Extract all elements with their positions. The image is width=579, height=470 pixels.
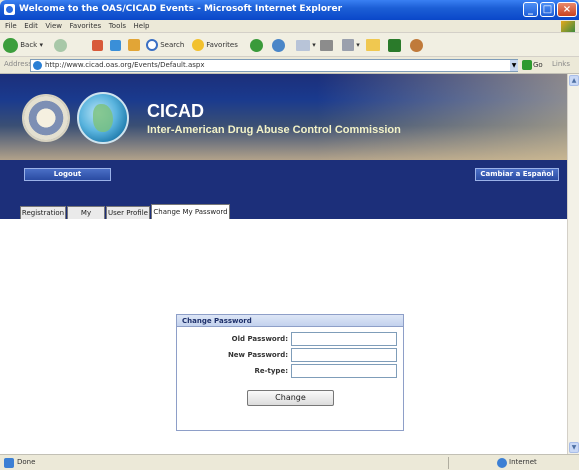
panel-title: Change Password [177,315,403,327]
minimize-button[interactable]: _ [523,2,538,17]
ie-app-icon [4,4,15,15]
menu-view[interactable]: View [45,20,62,33]
change-button[interactable]: Change [247,390,334,406]
retype-password-label: Re-type: [254,367,288,375]
banner-fade [317,74,567,160]
logout-button[interactable]: Logout [24,168,111,181]
new-password-input[interactable] [291,348,397,362]
history-icon [272,38,285,52]
media-button[interactable] [250,37,263,53]
vertical-scrollbar[interactable]: ▲ ▼ [567,74,579,454]
mail-button[interactable]: ▾ [296,37,316,53]
menu-favorites[interactable]: Favorites [70,20,102,33]
tab-change-my-password[interactable]: Change My Password [151,204,230,219]
oas-seal-logo [22,94,70,142]
go-button[interactable]: Go [522,59,546,72]
folder-icon [366,39,380,51]
mail-icon [296,39,310,51]
messenger-icon [388,38,401,52]
window-title: Welcome to the OAS/CICAD Events - Micros… [19,4,343,14]
old-password-input[interactable] [291,332,397,346]
back-button[interactable]: Back ▾ [3,37,43,53]
old-password-label: Old Password: [231,335,288,343]
menu-tools[interactable]: Tools [109,20,126,33]
stop-button[interactable] [92,37,103,53]
menu-file[interactable]: File [5,20,17,33]
stop-icon [92,39,103,51]
toolbar: Back ▾ Search Favorites ▾ ▾ [0,33,579,57]
favorites-star-icon [192,39,204,51]
messenger-button[interactable] [388,37,401,53]
language-switch-button[interactable]: Cambiar a Español [475,168,559,181]
menu-help[interactable]: Help [134,20,150,33]
new-password-row: New Password: [177,348,405,362]
scroll-down-arrow-icon[interactable]: ▼ [569,442,579,453]
home-icon [128,39,140,51]
retype-password-input[interactable] [291,364,397,378]
favorites-button[interactable]: Favorites [192,37,238,53]
new-password-label: New Password: [227,351,288,359]
forward-button[interactable] [54,37,67,53]
close-button[interactable]: × [557,2,577,17]
banner-org-name: CICAD [147,101,204,121]
page-status-icon [4,458,14,468]
research-button[interactable] [410,37,423,53]
maximize-button[interactable]: □ [540,2,555,17]
tab-user-profile[interactable]: User Profile [106,206,150,219]
forward-arrow-icon [54,38,67,52]
research-icon [410,38,423,52]
internet-zone-icon [497,458,507,468]
browser-viewport: CICAD Inter-American Drug Abuse Control … [0,74,567,454]
print-icon [320,39,333,51]
address-url: http://www.cicad.oas.org/Events/Default.… [45,61,205,69]
title-bar: Welcome to the OAS/CICAD Events - Micros… [0,0,579,20]
security-zone-label: Internet [509,458,537,466]
refresh-icon [110,39,121,51]
tab-registration[interactable]: Registration [20,206,66,219]
home-button[interactable] [128,37,140,53]
print-button[interactable] [320,37,333,53]
discuss-button[interactable] [366,37,380,53]
address-dropdown-button[interactable]: ▼ [510,60,518,71]
history-button[interactable] [272,37,285,53]
search-icon [146,39,158,51]
change-password-panel: Change Password Old Password: New Passwo… [176,314,404,431]
tab-strip: Registration My Events User Profile Chan… [0,191,567,229]
site-banner: CICAD Inter-American Drug Abuse Control … [0,74,567,160]
globe-logo [77,92,129,144]
media-icon [250,38,263,52]
menu-edit[interactable]: Edit [24,20,38,33]
site-nav-bar: Logout Cambiar a Español [0,160,567,191]
windows-logo-icon [561,21,575,32]
edit-icon [342,39,354,51]
refresh-button[interactable] [110,37,121,53]
status-divider [448,457,449,469]
status-bar: Done Internet [0,454,579,470]
search-button[interactable]: Search [146,37,184,53]
old-password-row: Old Password: [177,332,405,346]
back-arrow-icon [3,37,18,53]
page-icon [33,61,42,70]
main-content: Change Password Old Password: New Passwo… [0,219,567,454]
address-bar: Address http://www.cicad.oas.org/Events/… [0,57,579,74]
links-button[interactable]: Links [552,60,570,68]
status-text: Done [17,458,36,466]
address-label: Address [4,60,32,68]
retype-password-row: Re-type: [177,364,405,378]
edit-button[interactable]: ▾ [342,37,360,53]
address-input[interactable]: http://www.cicad.oas.org/Events/Default.… [30,59,518,72]
tab-my-events[interactable]: My Events [67,206,105,229]
menu-bar: File Edit View Favorites Tools Help [0,20,579,33]
scroll-up-arrow-icon[interactable]: ▲ [569,75,579,86]
banner-org-full-name: Inter-American Drug Abuse Control Commis… [147,124,401,136]
